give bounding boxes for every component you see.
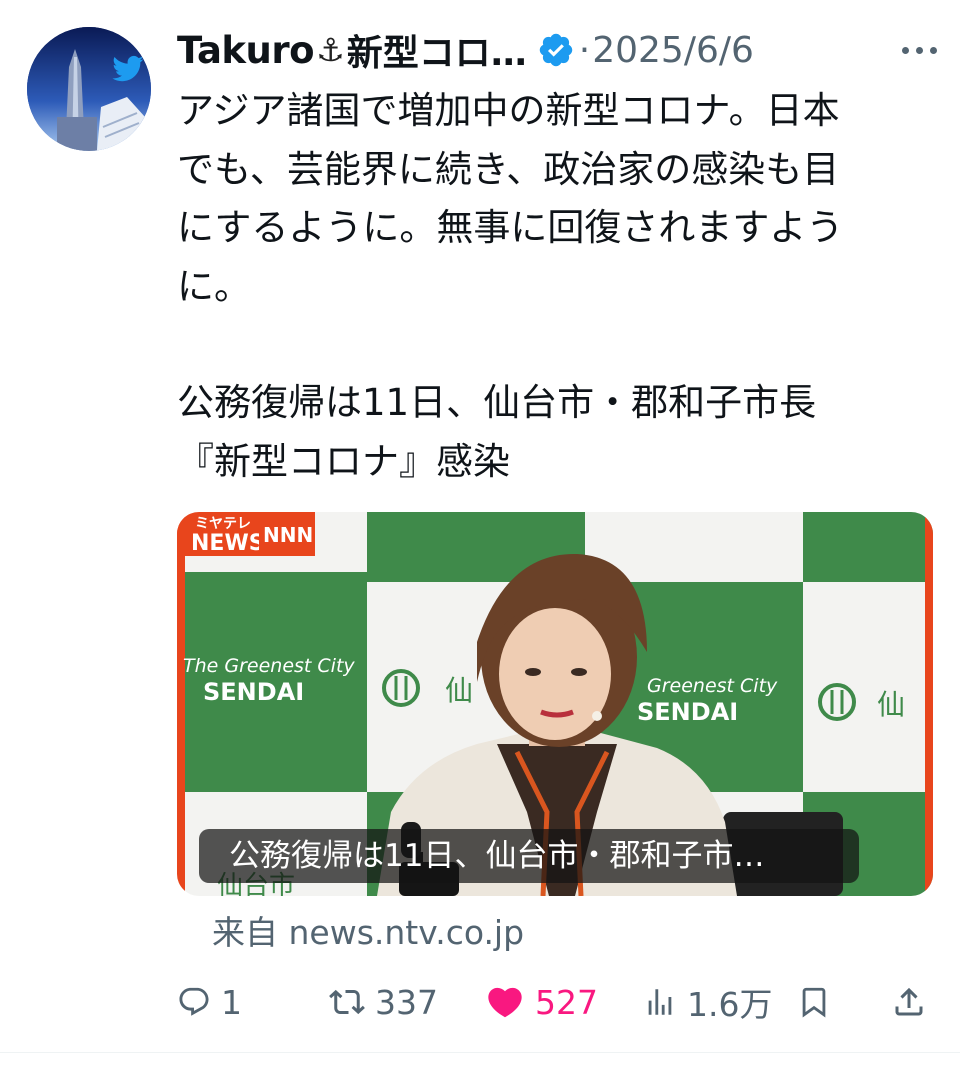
tweet-text-line: アジア諸国で増加中の新型コロナ。日本 [177, 89, 840, 132]
tweet-text-line: でも、芸能界に続き、政治家の感染も目 [177, 147, 840, 191]
author-name-suffix[interactable]: 新型コロ… [347, 24, 527, 76]
retweet-icon [329, 989, 365, 1015]
views-button[interactable]: 1.6万 [643, 972, 772, 1032]
avatar-image [27, 27, 151, 151]
backdrop-text: SENDAI [637, 698, 738, 726]
more-icon[interactable] [881, 24, 937, 76]
backdrop-text: SENDAI [203, 678, 304, 706]
bookmark-button[interactable] [797, 972, 831, 1032]
tweet-text: アジア諸国で増加中の新型コロナ。日本 でも、芸能界に続き、政治家の感染も目 にす… [177, 82, 937, 491]
like-count: 527 [535, 982, 598, 1022]
like-icon [488, 987, 522, 1018]
tweet-headline-line: 公務復帰は11日、仙台市・郡和子市長 [177, 381, 817, 424]
tweet-actions: 1 337 527 1.6万 [177, 972, 937, 1032]
reply-count: 1 [221, 982, 242, 1022]
views-icon [648, 989, 672, 1015]
nnn-logo: NNN [263, 523, 313, 547]
header-separator: · [578, 29, 591, 71]
tweet-text-line: にするように。無事に回復されますよう [177, 206, 844, 249]
tweet-header: Takuro ⚓ 新型コロ… · 2025/6/6 [177, 24, 937, 76]
news-logo-text: NEWS [191, 531, 265, 556]
reply-icon [179, 987, 209, 1016]
link-source[interactable]: 来自 news.ntv.co.jp [212, 906, 524, 954]
media-caption: 公務復帰は11日、仙台市・郡和子市… [199, 829, 859, 883]
news-logo-top: ミヤテレ [195, 516, 251, 532]
verified-badge-icon [539, 33, 572, 67]
backdrop-text: 仙 [877, 688, 905, 721]
anchor-emoji: ⚓ [316, 31, 345, 69]
tweet-headline-line: 『新型コロナ』感染 [177, 439, 510, 483]
views-count: 1.6万 [687, 985, 773, 1024]
link-card-media[interactable]: ミヤテレ NEWS NNN The Greenest City SENDAI G… [177, 512, 933, 896]
author-avatar[interactable] [27, 27, 151, 151]
like-button[interactable]: 527 [485, 972, 598, 1032]
retweet-count: 337 [375, 982, 438, 1022]
bookmark-icon [802, 987, 826, 1018]
retweet-button[interactable]: 337 [329, 972, 438, 1032]
bottom-divider [0, 1052, 960, 1053]
author-name[interactable]: Takuro [177, 29, 315, 72]
backdrop-text: The Greenest City [183, 655, 355, 677]
backdrop-text: Greenest City [647, 675, 778, 697]
share-button[interactable] [891, 972, 927, 1032]
bird-icon [112, 55, 144, 82]
tweet-text-line: に。 [177, 264, 251, 308]
backdrop-text: 仙 [445, 674, 473, 707]
share-icon [895, 987, 923, 1016]
tweet-date[interactable]: 2025/6/6 [592, 30, 754, 71]
reply-button[interactable]: 1 [177, 972, 242, 1032]
